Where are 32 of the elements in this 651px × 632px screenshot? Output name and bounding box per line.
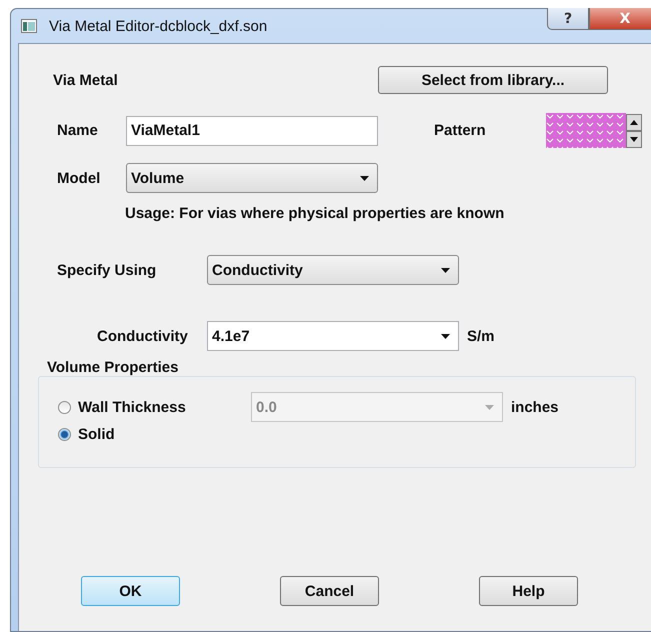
window-title: Via Metal Editor-dcblock_dxf.son — [49, 18, 268, 34]
conductivity-combo[interactable]: 4.1e7 — [207, 321, 459, 351]
caret-icon — [485, 404, 494, 410]
name-label: Name — [56, 122, 99, 139]
down-arrow-icon — [630, 136, 638, 142]
specify-using-dropdown[interactable]: Conductivity — [207, 255, 459, 285]
group-title: Volume Properties — [47, 359, 180, 376]
up-arrow-icon — [630, 120, 638, 124]
pattern-label: Pattern — [433, 122, 487, 139]
help-button[interactable]: ? — [547, 8, 589, 30]
dialog-button[interactable]: Cancel — [280, 576, 379, 606]
spin-down-button[interactable] — [626, 130, 642, 148]
dialog-button[interactable]: Help — [479, 576, 578, 606]
unit-label: inches — [511, 398, 559, 416]
conductivity-label: Conductivity — [96, 328, 189, 344]
app-icon — [21, 19, 37, 33]
model-dropdown[interactable]: Volume — [126, 163, 378, 193]
caret-icon — [441, 334, 450, 338]
section-heading: Via Metal — [52, 72, 119, 88]
pattern-swatch[interactable] — [546, 113, 626, 148]
usage-note: Usage: For vias where physical properties are known — [125, 205, 506, 222]
specify-using-label: Specify Using — [56, 262, 158, 278]
caret-icon — [360, 176, 369, 180]
select-library-button[interactable]: Select from library... — [378, 66, 608, 94]
spin-up-button[interactable] — [626, 114, 642, 130]
caret-icon — [441, 268, 450, 272]
radio-option[interactable]: Wall Thickness — [58, 398, 251, 416]
radio-option[interactable]: Solid — [58, 426, 251, 443]
dialog-button[interactable]: OK — [81, 576, 180, 606]
model-label: Model — [56, 170, 102, 186]
name-field[interactable]: ViaMetal1 — [126, 116, 378, 146]
unit-label: S/m — [467, 328, 495, 344]
